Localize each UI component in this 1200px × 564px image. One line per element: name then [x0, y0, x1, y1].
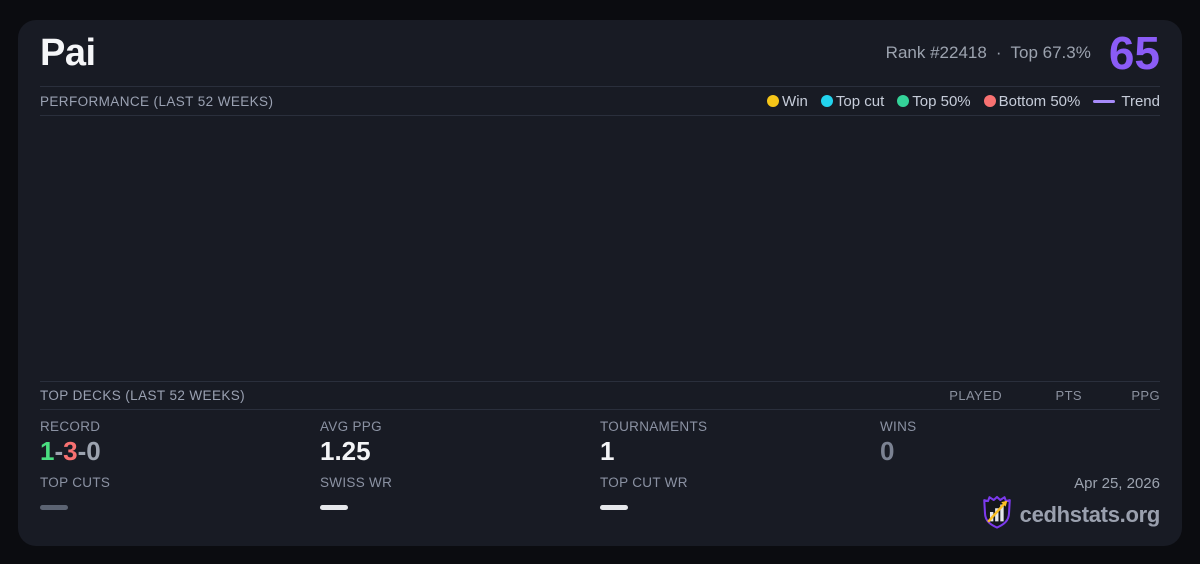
- legend-item-top-cut: Top cut: [820, 92, 885, 110]
- rank-line: Rank #22418 · Top 67.3%: [886, 43, 1091, 63]
- cedhstats-shield-logo-icon: [982, 495, 1012, 534]
- top-percent-text: Top 67.3%: [1010, 43, 1091, 62]
- header-rank-group: Rank #22418 · Top 67.3% 65: [886, 30, 1160, 76]
- avg-ppg-label: AVG PPG: [320, 419, 382, 435]
- performance-section-title: PERFORMANCE (LAST 52 WEEKS): [40, 93, 274, 109]
- player-name: Pai: [40, 31, 96, 74]
- stat-avg-ppg: AVG PPG 1.25: [320, 419, 600, 466]
- player-score: 65: [1108, 27, 1160, 79]
- chart-legend: Win Top cut Top 50% Bottom 50% Trend: [767, 93, 1160, 110]
- record-wins: 1: [40, 436, 55, 467]
- top-decks-header-row: TOP DECKS (LAST 52 WEEKS) PLAYED PTS PPG: [40, 382, 1160, 409]
- performance-header-row: PERFORMANCE (LAST 52 WEEKS) Win Top cut …: [40, 87, 1160, 115]
- stat-swiss-wr: SWISS WR: [320, 475, 600, 534]
- top-cuts-value-dash: [40, 505, 68, 510]
- record-separator: -: [77, 436, 87, 467]
- swiss-wr-label: SWISS WR: [320, 475, 393, 490]
- record-value: 1-3-0: [40, 437, 320, 466]
- top-decks-section-title: TOP DECKS (LAST 52 WEEKS): [40, 388, 246, 404]
- legend-label: Top 50%: [912, 92, 971, 110]
- top-50-dot-icon: [897, 95, 910, 107]
- top-cut-dot-icon: [820, 95, 833, 107]
- record-label: RECORD: [40, 419, 101, 435]
- legend-item-trend: Trend: [1093, 93, 1160, 110]
- stat-record: RECORD 1-3-0: [40, 419, 320, 466]
- rank-text: Rank #22418: [885, 43, 987, 62]
- performance-chart: [40, 116, 1160, 381]
- record-losses: 3: [63, 436, 78, 467]
- legend-label: Win: [782, 92, 808, 110]
- legend-label: Top cut: [835, 92, 885, 110]
- column-header-played: PLAYED: [949, 388, 1002, 404]
- top-cut-wr-label: TOP CUT WR: [600, 475, 688, 490]
- card-header: Pai Rank #22418 · Top 67.3% 65: [40, 20, 1160, 86]
- trend-line-icon: [1093, 99, 1116, 103]
- card-footer: Apr 25, 2026 cedhstats.org: [880, 475, 1160, 534]
- swiss-wr-value-dash: [320, 505, 348, 510]
- record-draws: 0: [86, 436, 101, 467]
- legend-item-top-50: Top 50%: [897, 92, 971, 110]
- stats-grid: RECORD 1-3-0 AVG PPG 1.25 TOURNAMENTS 1 …: [40, 410, 1160, 546]
- rank-separator: ·: [995, 43, 1002, 62]
- bottom-50-dot-icon: [983, 95, 996, 107]
- record-separator: -: [54, 436, 64, 467]
- brand-name: cedhstats.org: [1019, 501, 1161, 527]
- wins-value: 0: [880, 436, 895, 467]
- column-header-pts: PTS: [1055, 388, 1082, 404]
- legend-item-win: Win: [767, 93, 808, 110]
- legend-item-bottom-50: Bottom 50%: [983, 92, 1081, 110]
- wins-label: WINS: [880, 419, 917, 435]
- win-dot-icon: [767, 95, 780, 107]
- player-stats-card: Pai Rank #22418 · Top 67.3% 65 PERFORMAN…: [18, 20, 1182, 546]
- tournaments-value: 1: [600, 436, 615, 467]
- top-cuts-label: TOP CUTS: [40, 475, 111, 490]
- column-header-ppg: PPG: [1131, 388, 1160, 404]
- stat-tournaments: TOURNAMENTS 1: [600, 419, 880, 466]
- brand[interactable]: cedhstats.org: [982, 495, 1160, 534]
- top-decks-columns: PLAYED PTS PPG: [918, 388, 1160, 403]
- tournaments-label: TOURNAMENTS: [600, 419, 708, 435]
- stat-top-cuts: TOP CUTS: [40, 475, 320, 534]
- card-date: Apr 25, 2026: [1074, 475, 1160, 492]
- legend-label: Trend: [1121, 92, 1160, 110]
- stat-top-cut-wr: TOP CUT WR: [600, 475, 880, 534]
- stat-wins: WINS 0: [880, 419, 1160, 466]
- top-cut-wr-value-dash: [600, 505, 628, 510]
- legend-label: Bottom 50%: [998, 92, 1081, 110]
- avg-ppg-value: 1.25: [320, 436, 371, 467]
